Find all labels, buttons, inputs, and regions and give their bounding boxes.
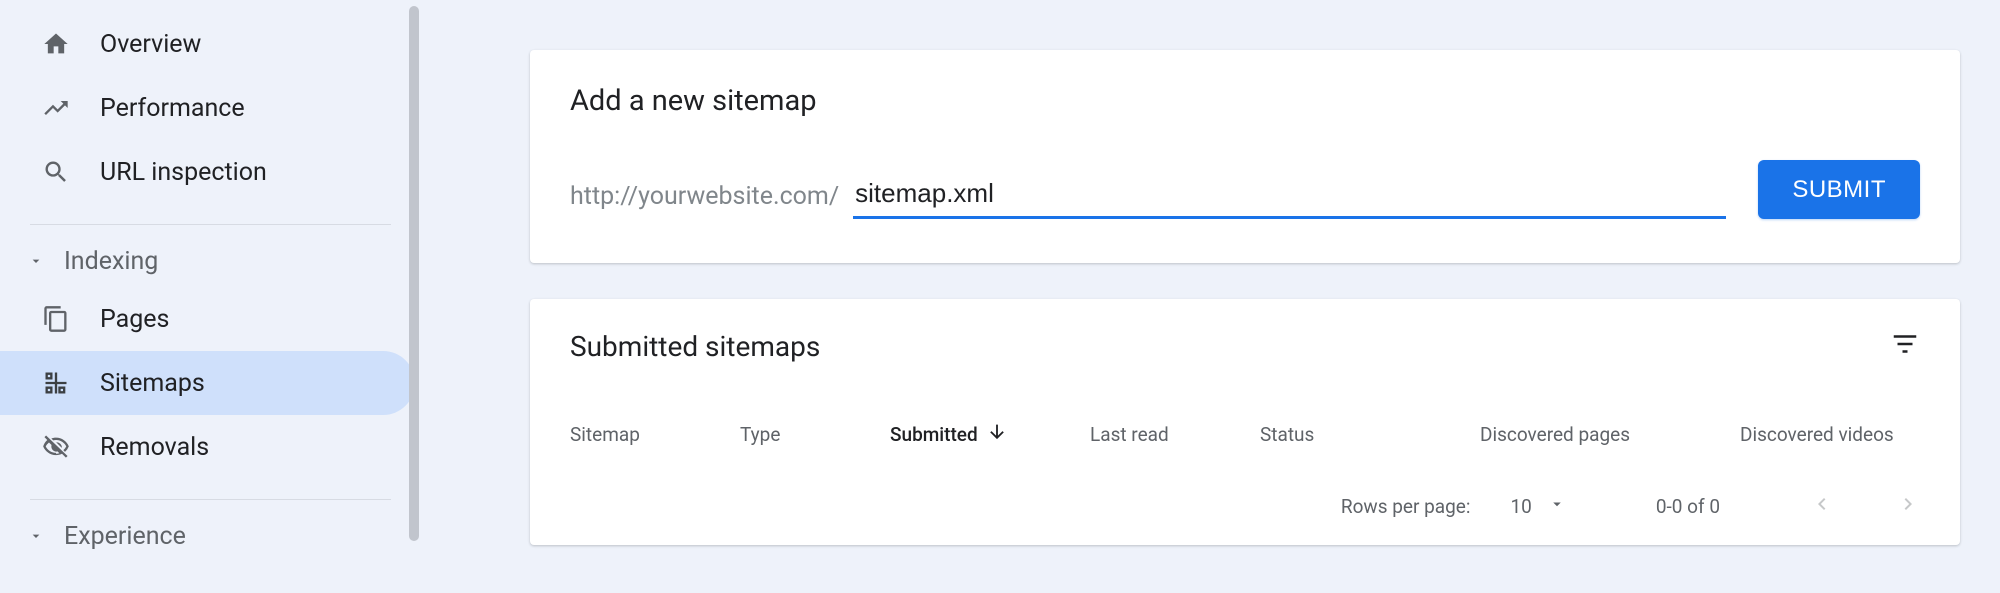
submit-button[interactable]: SUBMIT: [1758, 160, 1920, 219]
main-content: Add a new sitemap http://yourwebsite.com…: [415, 0, 2000, 593]
table-header: Sitemap Type Submitted Last read Status …: [570, 409, 1920, 470]
section-label: Indexing: [64, 247, 158, 276]
add-sitemap-card: Add a new sitemap http://yourwebsite.com…: [530, 50, 1960, 263]
next-page-button[interactable]: [1896, 492, 1920, 521]
section-label: Experience: [64, 522, 186, 551]
caret-down-icon: [28, 253, 64, 269]
filter-icon[interactable]: [1890, 329, 1920, 363]
caret-down-icon: [1548, 495, 1566, 518]
sidebar-item-overview[interactable]: Overview: [0, 12, 415, 76]
search-icon: [42, 158, 100, 186]
sidebar-item-label: Performance: [100, 94, 245, 123]
table-footer: Rows per page: 10 0-0 of 0: [570, 470, 1920, 535]
url-prefix: http://yourwebsite.com/: [570, 182, 839, 219]
sitemap-url-input[interactable]: [853, 172, 1726, 219]
page-range: 0-0 of 0: [1656, 495, 1720, 518]
divider: [30, 499, 391, 500]
sidebar-item-label: URL inspection: [100, 158, 267, 187]
trending-up-icon: [42, 94, 100, 122]
sidebar-item-sitemaps[interactable]: Sitemaps: [0, 351, 415, 415]
arrow-down-icon: [986, 421, 1008, 448]
divider: [30, 224, 391, 225]
sidebar: Overview Performance URL inspection Inde…: [0, 0, 415, 593]
submitted-sitemaps-card: Submitted sitemaps Sitemap Type Submitte…: [530, 299, 1960, 545]
sidebar-item-label: Removals: [100, 433, 209, 462]
sidebar-item-url-inspection[interactable]: URL inspection: [0, 140, 415, 204]
pages-icon: [42, 305, 100, 333]
col-submitted[interactable]: Submitted: [890, 421, 1090, 448]
section-experience[interactable]: Experience: [0, 510, 415, 562]
col-status[interactable]: Status: [1260, 423, 1480, 446]
col-discovered-videos[interactable]: Discovered videos: [1740, 423, 1920, 446]
sidebar-item-performance[interactable]: Performance: [0, 76, 415, 140]
visibility-off-icon: [42, 433, 100, 461]
section-indexing[interactable]: Indexing: [0, 235, 415, 287]
col-type[interactable]: Type: [740, 423, 890, 446]
caret-down-icon: [28, 528, 64, 544]
col-discovered-pages[interactable]: Discovered pages: [1480, 423, 1740, 446]
submitted-sitemaps-title: Submitted sitemaps: [570, 330, 820, 363]
col-sitemap[interactable]: Sitemap: [570, 423, 740, 446]
sidebar-item-label: Pages: [100, 305, 169, 334]
sitemap-icon: [42, 369, 100, 397]
sidebar-item-label: Sitemaps: [100, 369, 205, 398]
sidebar-scrollbar[interactable]: [409, 6, 419, 541]
home-icon: [42, 30, 100, 58]
add-sitemap-title: Add a new sitemap: [570, 84, 1920, 118]
rows-per-page-label: Rows per page:: [1341, 495, 1471, 518]
sidebar-item-pages[interactable]: Pages: [0, 287, 415, 351]
col-last-read[interactable]: Last read: [1090, 423, 1260, 446]
prev-page-button[interactable]: [1810, 492, 1834, 521]
sidebar-item-removals[interactable]: Removals: [0, 415, 415, 479]
sidebar-item-label: Overview: [100, 30, 201, 59]
rows-per-page-select[interactable]: 10: [1510, 495, 1565, 518]
